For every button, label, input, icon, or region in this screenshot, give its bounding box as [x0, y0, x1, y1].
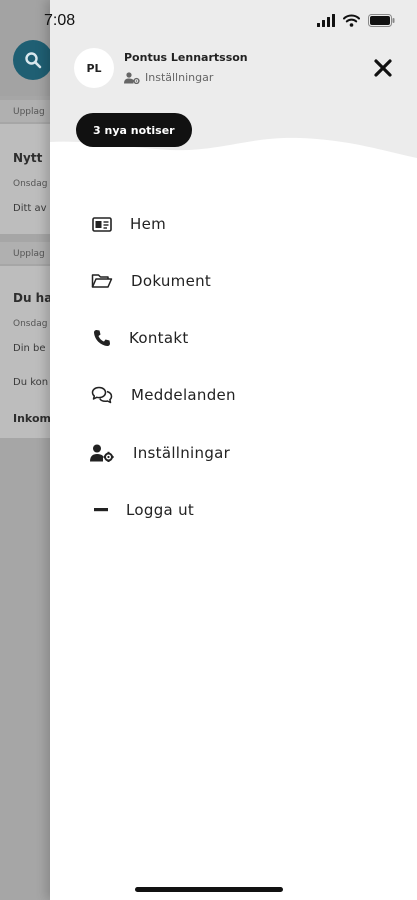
search-icon: [25, 52, 42, 69]
id-card-icon: [90, 212, 114, 236]
menu-item-label: Inställningar: [133, 444, 231, 462]
home-indicator: [135, 887, 283, 892]
background-section-label: Upplag: [13, 107, 45, 117]
user-name: Pontus Lennartsson: [124, 51, 248, 64]
background-card-text: Din be: [13, 343, 46, 354]
folder-open-icon: [90, 269, 114, 293]
user-gear-icon: [90, 441, 114, 465]
chat-bubbles-icon: [90, 383, 114, 407]
menu-item-dokument[interactable]: Dokument: [90, 264, 390, 298]
menu-item-installningar[interactable]: Inställningar: [90, 436, 390, 470]
menu-item-hem[interactable]: Hem: [90, 207, 390, 241]
avatar: PL: [74, 48, 114, 88]
menu-item-label: Meddelanden: [131, 386, 236, 404]
status-bar-time: 7:08: [44, 12, 76, 29]
minus-icon: [90, 498, 114, 522]
background-card-title: Du ha: [13, 291, 53, 305]
user-gear-icon: [124, 71, 140, 84]
menu-item-logga-ut[interactable]: Logga ut: [90, 493, 390, 527]
search-button[interactable]: [13, 40, 53, 80]
user-settings-label: Inställningar: [145, 71, 214, 84]
background-section-label: Upplag: [13, 249, 45, 259]
navigation-drawer: PL Pontus Lennartsson Inställningar 3 ny…: [50, 0, 417, 900]
menu-item-kontakt[interactable]: Kontakt: [90, 321, 390, 355]
phone-icon: [90, 326, 114, 350]
battery-icon: [368, 14, 395, 27]
background-card-text: Du kon: [13, 377, 49, 388]
background-card-text: Ditt av: [13, 203, 47, 214]
background-card-text: Inkom: [13, 412, 51, 425]
user-settings-link[interactable]: Inställningar: [124, 71, 213, 84]
close-button[interactable]: [371, 56, 395, 80]
status-bar-icons: [317, 14, 395, 27]
menu-item-label: Kontakt: [129, 329, 189, 347]
menu-item-label: Hem: [130, 215, 167, 233]
cellular-signal-icon: [317, 14, 335, 27]
background-card-date: Onsdag: [13, 319, 48, 329]
close-icon: [374, 59, 392, 77]
menu-item-label: Dokument: [131, 272, 212, 290]
wifi-icon: [343, 14, 360, 27]
menu-item-label: Logga ut: [126, 501, 195, 519]
notifications-button[interactable]: 3 nya notiser: [76, 113, 192, 147]
menu-item-meddelanden[interactable]: Meddelanden: [90, 378, 390, 412]
background-card-date: Onsdag: [13, 179, 48, 189]
background-card-title: Nytt: [13, 151, 43, 165]
